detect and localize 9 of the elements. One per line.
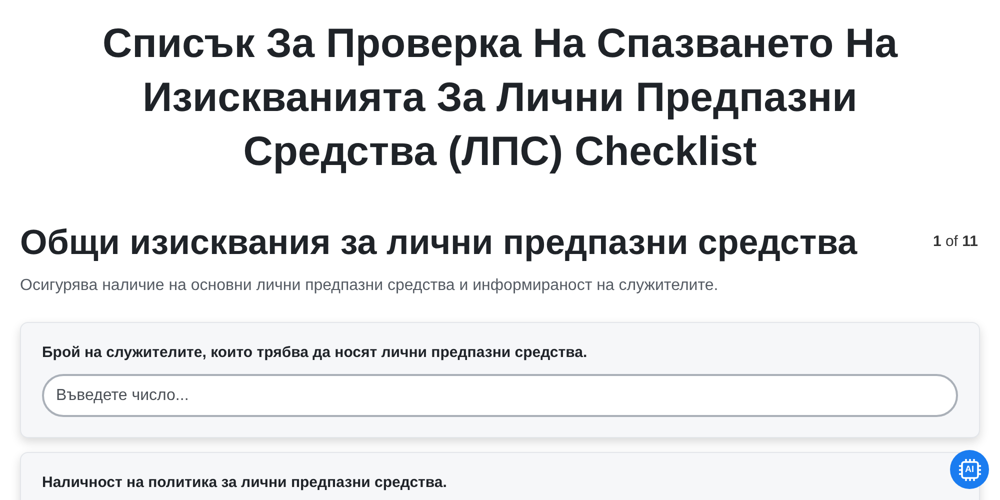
section-description: Осигурява наличие на основни лични предпазни средства и информираност на служителите. (20, 276, 720, 296)
section-heading: Общи изисквания за лични предпазни средства (20, 222, 858, 264)
page-title: Списък За Проверка На Спазването На Изискванията За Лични Предпазни Средства (ЛПС) Checklist (101, 19, 899, 176)
page-counter: 1 of 11 (932, 232, 978, 252)
question-label: Наличност на политика за лични предпазни средства. (42, 473, 448, 493)
question-label: Брой на служителите, които трябва да носят лични предпазни средства. (42, 343, 588, 363)
ai-assistant-button[interactable]: AI (950, 450, 989, 489)
number-field[interactable]: Въведете число... (42, 374, 958, 417)
chip-icon (958, 458, 982, 482)
